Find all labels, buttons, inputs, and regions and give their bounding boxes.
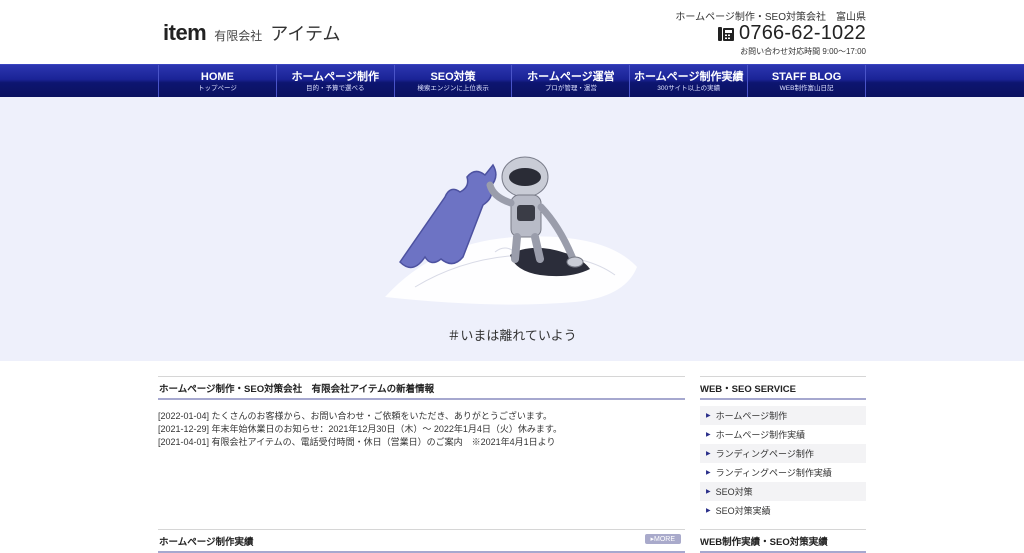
logo-company-type: 有限会社 — [214, 29, 263, 43]
nav-item-sublabel: トップページ — [197, 84, 237, 92]
nav-item-label: SEO対策 — [430, 70, 476, 83]
sidebar: WEB・SEO SERVICE ▶ ホームページ制作 ▶ ホームページ制作実績 … — [700, 376, 866, 520]
phone-icon — [718, 26, 735, 41]
nav-item-label: STAFF BLOG — [771, 70, 842, 83]
news-item[interactable]: [2021-04-01] 有限会社アイテムの、電話受付時間・休日（営業日）のご案… — [158, 436, 685, 449]
nav-item-sublabel: 検索エンジンに上位表示 — [417, 84, 489, 92]
nav-item-home[interactable]: HOME トップページ — [159, 65, 277, 98]
news-item[interactable]: [2022-01-04] たくさんのお客様から、お問い合わせ・ご依頼をいただき、… — [158, 410, 685, 423]
works-section-title: ホームページ制作実績 — [158, 529, 685, 553]
hero-banner: ＃いまは離れていよう — [0, 97, 1024, 361]
nav-item-seo[interactable]: SEO対策 検索エンジンに上位表示 — [395, 65, 513, 98]
sidebar-item-label: SEO対策 — [715, 487, 753, 497]
sidebar-list: ▶ ホームページ制作 ▶ ホームページ制作実績 ▶ ランディングページ制作 ▶ … — [700, 406, 866, 520]
sidebar-item-label: ランディングページ制作 — [715, 449, 814, 459]
sidebar-item-seo-works[interactable]: ▶ SEO対策実績 — [700, 501, 866, 520]
works-section-title-text: ホームページ制作実績 — [159, 536, 254, 548]
sidebar-item-label: ホームページ制作 — [715, 411, 788, 421]
sidebar-item-landing-page-works[interactable]: ▶ ランディングページ制作実績 — [700, 463, 866, 482]
news-section: ホームページ制作・SEO対策会社 有限会社アイテムの新着情報 [2022-01-… — [158, 376, 685, 449]
sidebar-section-2: WEB制作実績・SEO対策実績 — [700, 529, 866, 553]
phone-hours: お問い合わせ対応時間 9:00～17:00 — [740, 47, 866, 56]
sidebar-title: WEB・SEO SERVICE — [700, 376, 866, 400]
sidebar-item-seo[interactable]: ▶ SEO対策 — [700, 482, 866, 501]
nav-item-sublabel: 目的・予算で選べる — [305, 84, 365, 92]
arrow-right-icon: ▶ — [706, 451, 711, 457]
robot-puzzle-illustration — [385, 156, 637, 305]
logo-company-name: アイテム — [270, 24, 341, 44]
phone-number: 0766-62-1022 — [739, 22, 866, 44]
nav-item-label: ホームページ制作実績 — [634, 70, 744, 83]
news-list: [2022-01-04] たくさんのお客様から、お問い合わせ・ご依頼をいただき、… — [158, 410, 685, 449]
sidebar-item-web-production[interactable]: ▶ ホームページ制作 — [700, 406, 866, 425]
works-section: ホームページ制作実績 ▸MORE — [158, 529, 685, 553]
nav-item-staff-blog[interactable]: STAFF BLOG WEB制作富山日記 — [748, 65, 866, 98]
site-logo[interactable]: item 有限会社 アイテム — [163, 20, 340, 46]
hero-caption: ＃いまは離れていよう — [447, 328, 577, 343]
sidebar-item-label: ホームページ制作実績 — [715, 430, 806, 440]
site-header: item 有限会社 アイテム ホームページ制作・SEO対策会社 富山県 0766… — [0, 0, 1024, 64]
sidebar-item-label: SEO対策実績 — [715, 506, 771, 516]
arrow-right-icon: ▶ — [706, 413, 711, 419]
phone-block[interactable]: 0766-62-1022 — [717, 22, 866, 45]
arrow-right-icon: ▶ — [706, 470, 711, 476]
nav-item-sublabel: WEB制作富山日記 — [779, 84, 834, 92]
news-section-title: ホームページ制作・SEO対策会社 有限会社アイテムの新着情報 — [158, 376, 685, 400]
nav-item-sublabel: プロが管理・運営 — [544, 84, 597, 92]
sidebar-title-2: WEB制作実績・SEO対策実績 — [700, 529, 866, 553]
nav-item-label: ホームページ運営 — [527, 70, 615, 83]
nav-item-sublabel: 300サイト以上の実績 — [657, 84, 721, 92]
nav-item-label: ホームページ制作 — [291, 70, 379, 83]
arrow-right-icon: ▶ — [706, 432, 711, 438]
nav-item-web-production[interactable]: ホームページ制作 目的・予算で選べる — [277, 65, 395, 98]
arrow-right-icon: ▶ — [706, 489, 711, 495]
logo-mark: item — [163, 20, 207, 45]
global-nav: HOME トップページ ホームページ制作 目的・予算で選べる SEO対策 検索エ… — [0, 64, 1024, 98]
nav-item-web-management[interactable]: ホームページ運営 プロが管理・運営 — [512, 65, 631, 98]
arrow-right-icon: ▶ — [706, 508, 711, 514]
more-button[interactable]: ▸MORE — [645, 534, 681, 544]
nav-item-label: HOME — [200, 70, 234, 83]
news-item[interactable]: [2021-12-29] 年末年始休業日のお知らせ：2021年12月30日（木）… — [158, 423, 685, 436]
sidebar-item-landing-page[interactable]: ▶ ランディングページ制作 — [700, 444, 866, 463]
nav-item-works[interactable]: ホームページ制作実績 300サイト以上の実績 — [630, 65, 749, 98]
sidebar-item-label: ランディングページ制作実績 — [715, 468, 832, 478]
sidebar-item-web-works[interactable]: ▶ ホームページ制作実績 — [700, 425, 866, 444]
header-tagline: ホームページ制作・SEO対策会社 富山県 — [675, 12, 866, 23]
